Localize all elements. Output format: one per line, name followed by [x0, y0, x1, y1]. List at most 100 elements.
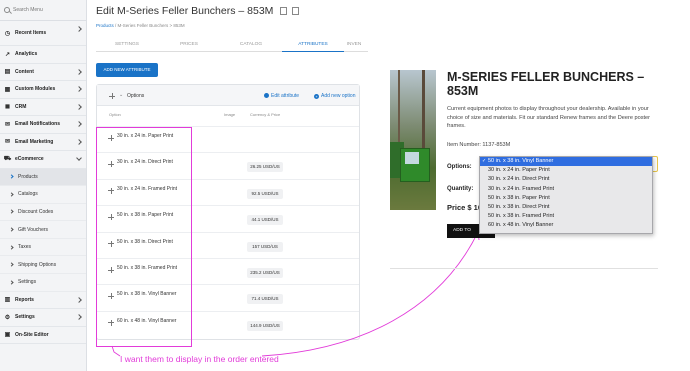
dropdown-option[interactable]: 30 in. x 24 in. Paper Print	[480, 166, 652, 175]
sidebar-item-label: CRM	[15, 103, 27, 110]
copy-icon[interactable]	[280, 7, 288, 15]
chevron-down-icon[interactable]: ⌄	[119, 92, 123, 98]
item-number: Item Number: 1137-853M	[447, 142, 511, 148]
product-description: Current equipment photos to display thro…	[447, 106, 651, 129]
sidebar-item-custom-modules[interactable]: ▦ Custom Modules	[0, 81, 86, 99]
gear-icon	[264, 93, 269, 98]
sidebar-item-recent-items[interactable]: ◷ Recent Items	[0, 21, 86, 46]
product-title: M-SERIES FELLER BUNCHERS – 853M	[447, 70, 645, 98]
sidebar-item-label: Settings	[15, 314, 35, 321]
chart-icon: ↗	[4, 51, 11, 58]
column-header-price: Currency & Price	[250, 112, 281, 117]
crm-icon: ◼	[5, 104, 10, 111]
chevron-down-icon	[76, 155, 82, 161]
add-option-link[interactable]: + Add new option	[314, 93, 355, 99]
chevron-right-icon	[9, 280, 14, 285]
sidebar-item-email-notifications[interactable]: ✉ Email Notifications	[0, 116, 86, 134]
gear-icon: ⚙	[4, 314, 11, 321]
dropdown-option[interactable]: 30 in. x 24 in. Direct Print	[480, 175, 652, 184]
sidebar-subitem-settings[interactable]: Settings	[0, 274, 86, 292]
tab-settings[interactable]: SETTINGS	[96, 38, 158, 52]
sidebar-item-label: Reports	[15, 296, 34, 303]
add-option-label: Add new option	[321, 93, 356, 99]
quantity-field-label: Quantity:	[447, 186, 474, 192]
sidebar-subitem-catalogs[interactable]: Catalogs	[0, 186, 86, 204]
product-photo	[390, 70, 436, 210]
options-label: Options	[127, 93, 145, 99]
sidebar-item-label: Recent Items	[15, 30, 47, 36]
photo-tree-trunk	[422, 70, 425, 150]
chevron-right-icon	[9, 192, 14, 197]
sidebar-subitem-label: Discount Codes	[18, 208, 54, 215]
options-panel-header: ⌄ Options Edit attribute + Add new option	[97, 85, 359, 106]
option-price[interactable]: 26.25 USD/US	[247, 162, 283, 173]
sidebar-item-crm[interactable]: ◼ CRM	[0, 99, 86, 116]
option-price[interactable]: 92.5 USD/US	[247, 188, 283, 199]
sidebar-item-ecommerce[interactable]: ⛟ eCommerce	[0, 151, 86, 169]
chevron-right-icon	[76, 68, 82, 75]
sidebar-item-on-site-editor[interactable]: ▣ On-Site Editor	[0, 327, 86, 345]
option-price[interactable]: 144.9 USD/US	[247, 320, 283, 331]
tab-catalog[interactable]: CATALOG	[220, 38, 282, 52]
dropdown-option[interactable]: 50 in. x 38 in. Paper Print	[480, 194, 652, 203]
sidebar-item-label: eCommerce	[15, 156, 44, 163]
tab-prices[interactable]: PRICES	[158, 38, 220, 52]
sidebar-subitem-label: Catalogs	[18, 191, 38, 198]
mail-icon: ✉	[4, 139, 11, 146]
photo-machine-window	[405, 152, 419, 164]
check-icon: ✓	[482, 158, 487, 164]
clock-icon: ◷	[4, 30, 11, 37]
sidebar-item-reports[interactable]: ▥ Reports	[0, 292, 86, 310]
search-bar[interactable]: Search Menu	[0, 0, 86, 21]
chevron-right-icon	[76, 121, 82, 127]
sidebar-subitem-taxes[interactable]: Taxes	[0, 239, 86, 257]
sidebar-subitem-gift-vouchers[interactable]: Gift Vouchers	[0, 221, 86, 239]
sidebar-item-label: Analytics	[15, 51, 38, 58]
add-attribute-button[interactable]: ADD NEW ATTRIBUTE	[96, 63, 158, 77]
sidebar-subitem-shipping-options[interactable]: Shipping Options	[0, 256, 86, 275]
dropdown-option[interactable]: 30 in. x 24 in. Framed Print	[480, 185, 652, 194]
cart-icon: ⛟	[3, 156, 12, 163]
dropdown-option[interactable]: 60 in. x 48 in. Vinyl Banner	[480, 221, 652, 230]
search-input[interactable]: Search Menu	[13, 7, 43, 13]
sidebar-subitem-label: Shipping Options	[18, 261, 57, 268]
sidebar-item-label: Content	[15, 68, 34, 75]
sidebar-item-content[interactable]: ▤ Content	[0, 64, 86, 81]
sidebar-item-email-marketing[interactable]: ✉ Email Marketing	[0, 134, 86, 151]
sidebar-item-settings[interactable]: ⚙ Settings	[0, 309, 86, 327]
sidebar-subitem-discount-codes[interactable]: Discount Codes	[0, 204, 86, 222]
chevron-right-icon	[76, 314, 82, 320]
edit-attribute-link[interactable]: Edit attribute	[264, 93, 299, 99]
sidebar-item-label: Email Marketing	[15, 138, 54, 145]
column-header-image: Image	[224, 112, 236, 117]
search-icon	[4, 7, 10, 13]
tab-attributes[interactable]: ATTRIBUTES	[282, 38, 344, 52]
dropdown-option[interactable]: 50 in. x 38 in. Framed Print	[480, 212, 652, 221]
dropdown-option[interactable]: ✓ 50 in. x 38 in. Vinyl Banner	[480, 157, 652, 167]
sidebar-item-analytics[interactable]: ↗ Analytics	[0, 46, 86, 64]
chevron-right-icon	[76, 26, 82, 32]
breadcrumb-products-link[interactable]: Products	[96, 23, 114, 28]
sidebar-subitem-products[interactable]: Products	[0, 168, 86, 187]
options-dropdown[interactable]: ✓ 50 in. x 38 in. Vinyl Banner 30 in. x 2…	[479, 156, 653, 234]
option-price[interactable]: 157 USD/US	[247, 241, 283, 252]
chevron-right-icon	[76, 138, 82, 145]
chevron-right-icon	[9, 227, 14, 232]
photo-tree-trunk	[398, 70, 400, 142]
option-price[interactable]: 71.4 USD/US	[247, 294, 283, 305]
chevron-right-icon	[9, 245, 14, 250]
chevron-right-icon	[9, 209, 14, 215]
plus-icon: +	[314, 94, 319, 99]
page-title: Edit M-Series Feller Bunchers – 853M	[96, 5, 274, 17]
option-price[interactable]: 235.2 USD/US	[247, 268, 283, 278]
edit-icon[interactable]	[292, 7, 300, 15]
editor-tabs: SETTINGS PRICES CATALOG ATTRIBUTES INVEN	[96, 38, 368, 52]
dropdown-option[interactable]: 50 in. x 38 in. Direct Print	[480, 203, 652, 212]
content-icon: ▤	[4, 69, 11, 76]
tab-inventory[interactable]: INVEN	[344, 38, 364, 52]
drag-handle-icon[interactable]	[109, 93, 115, 99]
option-price[interactable]: 44.1 USD/US	[247, 215, 283, 226]
page-title-wrap: Edit M-Series Feller Bunchers – 853M	[96, 5, 300, 17]
sidebar-item-label: Custom Modules	[15, 86, 56, 93]
chevron-right-icon	[9, 262, 14, 267]
